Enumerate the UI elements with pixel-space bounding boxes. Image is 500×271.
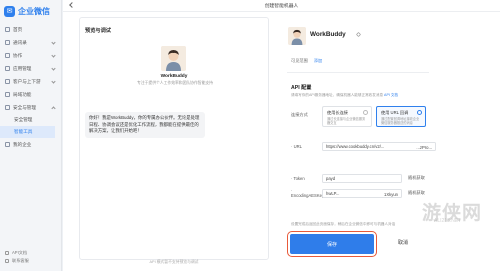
config-bot-name: WorkBuddy [310, 31, 346, 38]
brand: ✉ 企业微信 [0, 0, 61, 18]
token-input[interactable]: payd [322, 174, 402, 183]
token-label: · Token [291, 176, 305, 181]
option-title: 使用 URL 回调 [381, 110, 409, 115]
company-icon [5, 142, 10, 147]
sidebar-subitem-label: 安全管理 [14, 117, 33, 122]
sidebar-item-customers[interactable]: 客户与上下游 [0, 75, 61, 88]
sidebar-item-home[interactable]: 首页 [0, 23, 61, 36]
radio-unselected[interactable] [363, 110, 368, 115]
preview-title: 预览与调试 [85, 28, 111, 34]
option-sub: 通过长连接与企业微信服务器交互 [327, 117, 366, 125]
api-doc-link[interactable]: API 文档 [384, 93, 398, 97]
aes-label-text: EncodingAESKey [291, 193, 325, 198]
token-value: payd [326, 176, 336, 181]
visible-range-label: 可见范围 [291, 58, 308, 63]
config-bot-avatar[interactable] [288, 27, 306, 45]
sidebar-item-label: 局域功能 [13, 91, 32, 97]
preview-panel: 预览与调试 WorkBuddy 专注于提供个人工作效率和团队协作智能支持 你好！… [79, 17, 269, 264]
chevron-down-icon [51, 39, 56, 45]
sidebar-item-contacts[interactable]: 通讯录 [0, 36, 61, 49]
support-link[interactable]: 联系客服 [5, 257, 29, 265]
chevron-down-icon [51, 65, 56, 71]
brand-name: 企业微信 [18, 6, 50, 16]
avatar-illustration [288, 27, 306, 45]
topbar: 创建智能机器人 [63, 0, 500, 12]
sidebar-nav: 首页 通讯录 协作 应用管理 客户与上下游 局域功能 安全与管理 安全管理 智能… [0, 23, 61, 151]
aes-label: · EncodingAESKey [291, 188, 325, 198]
footer-label: API文档 [12, 250, 28, 255]
sidebar-item-label: 我的企业 [13, 141, 32, 147]
token-label-text: Token [293, 176, 305, 181]
add-visible-range-link[interactable]: 添加 [314, 58, 322, 64]
doc-icon [5, 251, 9, 255]
greeting-bubble: 你好！我是WorkBuddy，你的专属办公伙伴。无论是处理日程、协调会议还是优化… [85, 112, 205, 138]
sidebar-subitem-smart-tools[interactable]: 智能工具 [0, 126, 55, 138]
aes-random-button[interactable]: 随机获取 [408, 190, 425, 196]
chevron-up-icon [51, 105, 56, 111]
sidebar: ✉ 企业微信 首页 通讯录 协作 应用管理 客户与上下游 局域功能 安全与管理 … [0, 0, 62, 271]
token-random-button[interactable]: 随机获取 [408, 175, 425, 181]
save-button[interactable]: 保存 [287, 231, 377, 257]
url-suffix: ...zPro... [416, 144, 432, 150]
sidebar-item-label: 首页 [13, 26, 23, 32]
sidebar-item-inbox[interactable]: 局域功能 [0, 88, 61, 101]
chevron-down-icon [51, 78, 56, 84]
api-config-desc: 请填写你的API服务器地址，确保机器人能够正常收发消息 API 文档 [291, 93, 398, 98]
url-label-text: URL [293, 144, 302, 149]
connect-mode-label: 连接方式 [291, 112, 308, 117]
sidebar-item-label: 安全与管理 [13, 104, 36, 110]
apps-icon [5, 66, 10, 71]
visible-range-row: 可见范围 添加 [291, 58, 322, 64]
api-config-title: API 配置 [291, 85, 312, 91]
back-arrow-icon[interactable] [69, 2, 75, 8]
preview-bot-name: WorkBuddy [160, 74, 188, 79]
aes-value: hwLP... [326, 191, 340, 196]
option-sub: 通过配置回调地址接收企业微信服务器推送的消息 [381, 117, 420, 125]
option-long-connection[interactable]: 使用长连接 通过长连接与企业微信服务器交互 [322, 106, 372, 127]
sidebar-item-label: 协作 [13, 52, 23, 58]
sidebar-item-apps[interactable]: 应用管理 [0, 62, 61, 75]
chevron-down-icon [51, 52, 56, 58]
sidebar-subitem-label: 智能工具 [14, 129, 33, 134]
url-label: · URL [291, 144, 302, 149]
api-docs-link[interactable]: API文档 [5, 249, 29, 257]
inbox-icon [5, 92, 10, 97]
watermark-sub: ALI213.NET [434, 218, 462, 224]
footer-label: 联系客服 [12, 258, 29, 263]
sidebar-item-security[interactable]: 安全与管理 [0, 101, 61, 114]
preview-footer-note: API 模式暂不支持预览与调试 [149, 260, 199, 264]
security-icon [5, 105, 10, 110]
option-url-callback[interactable]: 使用 URL 回调 通过配置回调地址接收企业微信服务器推送的消息 [376, 106, 426, 127]
radio-selected[interactable] [417, 110, 422, 115]
page-title: 创建智能机器人 [264, 4, 299, 9]
cancel-button[interactable]: 取消 [398, 239, 408, 246]
sidebar-item-label: 客户与上下游 [13, 78, 41, 84]
headset-icon [5, 259, 9, 263]
watermark: 游侠网 ALI213.NET [422, 198, 482, 225]
wecom-logo-icon: ✉ [4, 5, 15, 17]
aes-suffix: 1Xkyun [384, 191, 398, 197]
url-input[interactable]: https://www.cookbuddy.cn/v2/... ...zPro.… [322, 142, 436, 151]
preview-bot-desc: 专注于提供个人工作效率和团队协作智能支持 [137, 81, 213, 85]
home-icon [5, 27, 10, 32]
customer-icon [5, 79, 10, 84]
sidebar-subitem-security-mgmt[interactable]: 安全管理 [0, 114, 61, 126]
sidebar-footer: API文档 联系客服 [5, 249, 29, 265]
divider [287, 72, 429, 73]
aes-key-input[interactable]: hwLP... 1Xkyun [322, 189, 402, 198]
url-value: https://www.cookbuddy.cn/v2/... [326, 144, 385, 149]
option-title: 使用长连接 [327, 110, 348, 115]
bot-avatar [161, 46, 186, 71]
sidebar-item-collab[interactable]: 协作 [0, 49, 61, 62]
sidebar-item-my-company[interactable]: 我的企业 [0, 138, 61, 151]
avatar-illustration [161, 46, 186, 71]
collab-icon [5, 53, 10, 58]
config-hint: 设置完成后返回此页面保存，稍后在企业微信中即可与机器人对话 [291, 222, 396, 226]
sidebar-item-label: 应用管理 [13, 65, 32, 71]
sidebar-item-label: 通讯录 [13, 39, 27, 45]
contacts-icon [5, 40, 10, 45]
api-desc-text: 请填写你的API服务器地址，确保机器人能够正常收发消息 [291, 93, 384, 97]
